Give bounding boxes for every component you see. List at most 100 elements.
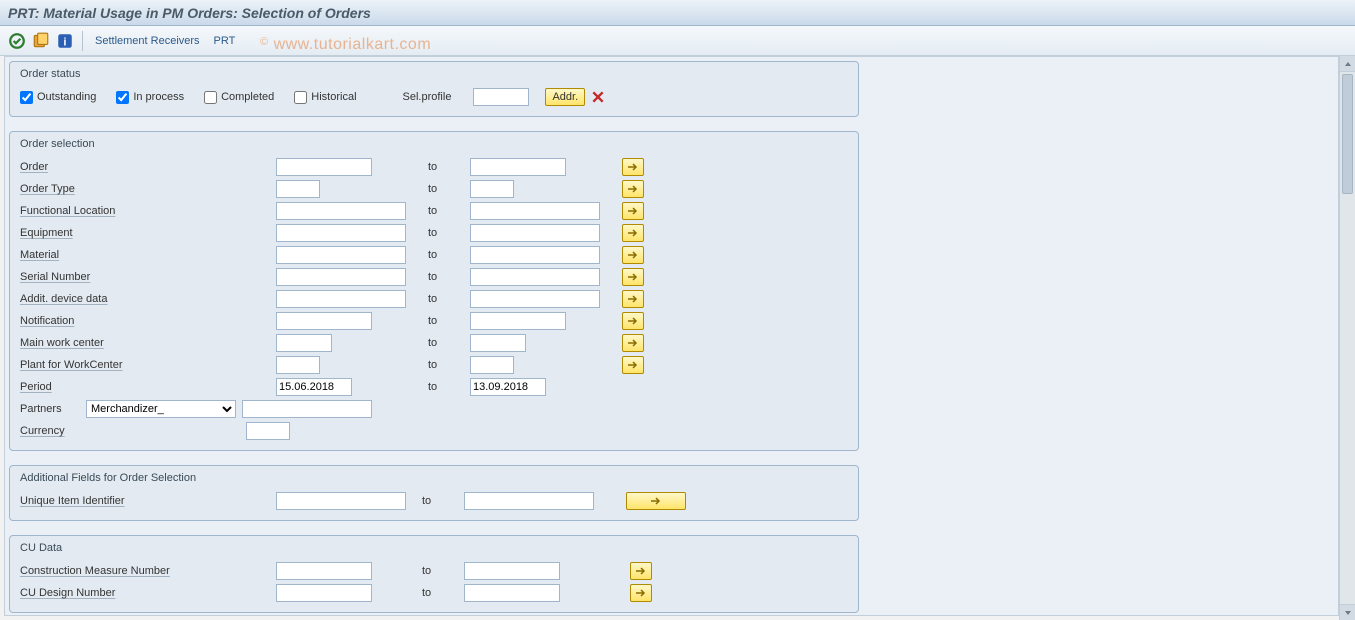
- group-order-status: Order status Outstanding In process Comp…: [9, 61, 859, 117]
- from-input[interactable]: [276, 378, 352, 396]
- cmn-multiselect-button[interactable]: [630, 562, 652, 580]
- multiselect-button[interactable]: [622, 268, 644, 286]
- to-input[interactable]: [470, 246, 600, 264]
- field-label: Functional Location: [20, 205, 240, 217]
- from-input[interactable]: [276, 224, 406, 242]
- multiselect-button[interactable]: [622, 290, 644, 308]
- to-input[interactable]: [470, 180, 514, 198]
- execute-icon[interactable]: [8, 32, 26, 50]
- from-input[interactable]: [276, 180, 320, 198]
- titlebar: PRT: Material Usage in PM Orders: Select…: [0, 0, 1355, 26]
- from-input[interactable]: [276, 158, 372, 176]
- content-scroll[interactable]: Order status Outstanding In process Comp…: [4, 56, 1339, 616]
- cmn-from-input[interactable]: [276, 562, 372, 580]
- to-input[interactable]: [470, 356, 514, 374]
- to-label: to: [428, 337, 464, 349]
- from-input[interactable]: [276, 290, 406, 308]
- field-label: Serial Number: [20, 271, 240, 283]
- to-input[interactable]: [470, 312, 566, 330]
- currency-input[interactable]: [246, 422, 290, 440]
- partners-extra-input[interactable]: [242, 400, 372, 418]
- to-label: to: [428, 293, 464, 305]
- variant-icon[interactable]: [32, 32, 50, 50]
- to-input[interactable]: [470, 202, 600, 220]
- selprofile-input[interactable]: [473, 88, 529, 106]
- selection-row: Periodto: [20, 376, 848, 398]
- to-input[interactable]: [470, 268, 600, 286]
- to-input[interactable]: [470, 334, 526, 352]
- multiselect-button[interactable]: [622, 180, 644, 198]
- to-input[interactable]: [470, 290, 600, 308]
- completed-cb-input[interactable]: [204, 91, 217, 104]
- partners-select[interactable]: Merchandizer_: [86, 400, 236, 418]
- uii-from-input[interactable]: [276, 492, 406, 510]
- from-input[interactable]: [276, 334, 332, 352]
- from-input[interactable]: [276, 202, 406, 220]
- to-label: to: [428, 359, 464, 371]
- cdn-row: CU Design Number to: [20, 582, 848, 604]
- historical-label: Historical: [311, 91, 356, 103]
- historical-checkbox[interactable]: Historical: [294, 91, 356, 104]
- group-title-additional-fields: Additional Fields for Order Selection: [20, 472, 848, 490]
- from-input[interactable]: [276, 312, 372, 330]
- to-input[interactable]: [470, 378, 546, 396]
- multiselect-button[interactable]: [622, 224, 644, 242]
- from-input[interactable]: [276, 356, 320, 374]
- selection-row: Equipment to: [20, 222, 848, 244]
- toolbar-separator: [82, 31, 83, 51]
- from-input[interactable]: [276, 268, 406, 286]
- cdn-to-input[interactable]: [464, 584, 560, 602]
- uii-label: Unique Item Identifier: [20, 495, 240, 507]
- to-label: to: [428, 183, 464, 195]
- selection-rows: OrdertoOrder TypetoFunctional Locationto…: [20, 156, 848, 398]
- multiselect-button[interactable]: [622, 246, 644, 264]
- content: Order status Outstanding In process Comp…: [5, 57, 863, 616]
- settlement-receivers-link[interactable]: Settlement Receivers: [91, 35, 204, 47]
- cdn-label: CU Design Number: [20, 587, 240, 599]
- svg-text:i: i: [63, 36, 66, 48]
- historical-cb-input[interactable]: [294, 91, 307, 104]
- to-label: to: [428, 161, 464, 173]
- field-label: Equipment: [20, 227, 240, 239]
- selection-row: Orderto: [20, 156, 848, 178]
- addr-button[interactable]: Addr.: [545, 88, 585, 106]
- completed-checkbox[interactable]: Completed: [204, 91, 274, 104]
- prt-link[interactable]: PRT: [210, 35, 240, 47]
- toolbar: i Settlement Receivers PRT: [0, 26, 1355, 56]
- cmn-label: Construction Measure Number: [20, 565, 240, 577]
- info-icon[interactable]: i: [56, 32, 74, 50]
- inprocess-checkbox[interactable]: In process: [116, 91, 184, 104]
- currency-row: Currency: [20, 420, 848, 442]
- multiselect-button[interactable]: [622, 334, 644, 352]
- scroll-up-icon[interactable]: [1340, 56, 1355, 72]
- outstanding-cb-input[interactable]: [20, 91, 33, 104]
- multiselect-button[interactable]: [622, 356, 644, 374]
- multiselect-button[interactable]: [622, 158, 644, 176]
- multiselect-button[interactable]: [622, 202, 644, 220]
- cdn-from-input[interactable]: [276, 584, 372, 602]
- vertical-scrollbar[interactable]: [1339, 56, 1355, 620]
- outstanding-label: Outstanding: [37, 91, 96, 103]
- selection-row: Notificationto: [20, 310, 848, 332]
- cdn-multiselect-button[interactable]: [630, 584, 652, 602]
- from-input[interactable]: [276, 246, 406, 264]
- to-label: to: [428, 205, 464, 217]
- multiselect-button[interactable]: [622, 312, 644, 330]
- inprocess-cb-input[interactable]: [116, 91, 129, 104]
- scroll-thumb[interactable]: [1342, 74, 1353, 194]
- group-title-order-status: Order status: [20, 68, 848, 86]
- delete-icon[interactable]: [591, 90, 605, 104]
- selection-row: Addit. device datato: [20, 288, 848, 310]
- app-window: PRT: Material Usage in PM Orders: Select…: [0, 0, 1355, 620]
- to-input[interactable]: [470, 224, 600, 242]
- to-input[interactable]: [470, 158, 566, 176]
- uii-to-input[interactable]: [464, 492, 594, 510]
- outstanding-checkbox[interactable]: Outstanding: [20, 91, 96, 104]
- field-label: Main work center: [20, 337, 240, 349]
- scroll-down-icon[interactable]: [1340, 604, 1355, 620]
- field-label: Plant for WorkCenter: [20, 359, 240, 371]
- page-title: PRT: Material Usage in PM Orders: Select…: [8, 5, 371, 21]
- uii-multiselect-button[interactable]: [626, 492, 686, 510]
- to-label: to: [428, 227, 464, 239]
- cmn-to-input[interactable]: [464, 562, 560, 580]
